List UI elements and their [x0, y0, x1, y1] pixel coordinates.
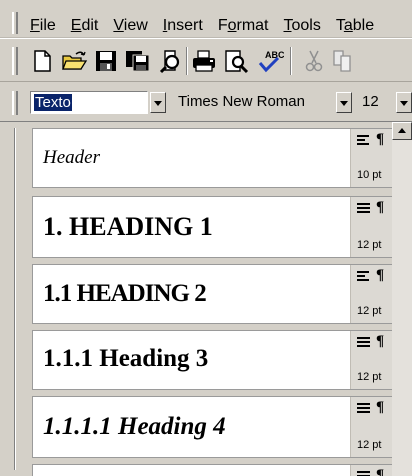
font-size-value[interactable]: 12 — [362, 93, 379, 110]
menu-bar-grip[interactable] — [12, 12, 18, 34]
standard-toolbar: ABC — [0, 38, 412, 82]
style-combo[interactable]: Texto — [30, 91, 148, 114]
style-sample-heading-1: 1. HEADING 1 — [43, 212, 213, 241]
menu-tools[interactable]: Tools — [284, 17, 321, 35]
style-size-label: 12 pt — [357, 239, 382, 251]
font-value: Times New Roman — [178, 93, 305, 110]
style-card-heading-3[interactable]: 1.1.1 Heading 3 ¶ 12 pt — [32, 330, 394, 390]
style-size-label: 12 pt — [357, 371, 382, 383]
paragraph-mark-icon: ¶ — [376, 333, 385, 349]
style-size-label: 12 pt — [357, 439, 382, 451]
formatting-toolbar: Texto Times New Roman 12 — [0, 82, 412, 122]
paragraph-mark-icon: ¶ — [376, 267, 385, 283]
left-margin-strip — [0, 122, 28, 476]
style-info-panel: ¶ 12 pt — [350, 397, 394, 457]
paragraph-mark-icon: ¶ — [376, 399, 385, 415]
menu-bar: File Edit View Insert Format Tools Table — [0, 0, 412, 38]
size-dropdown-button[interactable] — [396, 92, 412, 113]
open-icon[interactable] — [60, 48, 88, 74]
align-justify-icon — [357, 337, 370, 347]
menu-edit[interactable]: Edit — [71, 17, 99, 35]
align-justify-icon — [357, 203, 370, 213]
print-icon[interactable] — [190, 48, 218, 74]
menu-file[interactable]: File — [30, 17, 56, 35]
style-card-partial[interactable]: ¶ — [32, 464, 394, 476]
vertical-scrollbar[interactable] — [392, 122, 412, 476]
cut-icon[interactable] — [300, 48, 328, 74]
menu-table[interactable]: Table — [336, 17, 374, 35]
style-info-panel: ¶ 12 pt — [350, 265, 394, 323]
scroll-up-button[interactable] — [392, 122, 412, 140]
font-dropdown-button[interactable] — [336, 92, 352, 113]
menu-view[interactable]: View — [113, 17, 147, 35]
margin-rule — [14, 128, 16, 470]
align-justify-icon — [357, 403, 370, 413]
style-info-panel: ¶ 10 pt — [350, 129, 394, 187]
svg-text:ABC: ABC — [265, 50, 284, 60]
menu-insert[interactable]: Insert — [163, 17, 203, 35]
align-left-icon — [357, 135, 369, 145]
save-icon[interactable] — [92, 48, 120, 74]
align-justify-icon — [357, 471, 370, 476]
print-preview-icon[interactable] — [156, 48, 184, 74]
toolbar-separator — [186, 47, 188, 75]
toolbar-grip[interactable] — [12, 47, 18, 75]
style-area: Header ¶ 10 pt 1. HEADING 1 ¶ 12 pt 1.1 … — [0, 122, 412, 476]
style-info-panel: ¶ 12 pt — [350, 197, 394, 257]
style-sample-header: Header — [43, 147, 100, 168]
save-all-icon[interactable] — [124, 48, 152, 74]
new-icon[interactable] — [28, 48, 56, 74]
spelling-icon[interactable]: ABC — [256, 48, 284, 74]
paragraph-mark-icon: ¶ — [376, 199, 385, 215]
copy-icon[interactable] — [330, 48, 358, 74]
align-left-icon — [357, 271, 369, 281]
style-size-label: 10 pt — [357, 169, 382, 181]
paragraph-mark-icon: ¶ — [376, 131, 385, 147]
style-card-heading-4[interactable]: 1.1.1.1 Heading 4 ¶ 12 pt — [32, 396, 394, 458]
style-info-panel: ¶ 12 pt — [350, 331, 394, 389]
style-size-label: 12 pt — [357, 305, 382, 317]
style-card-header[interactable]: Header ¶ 10 pt — [32, 128, 394, 188]
toolbar-separator — [290, 47, 292, 75]
font-combo[interactable]: Times New Roman — [172, 91, 358, 114]
style-value: Texto — [34, 94, 72, 111]
style-info-panel: ¶ — [350, 465, 394, 476]
preview-icon[interactable] — [222, 48, 250, 74]
style-card-heading-1[interactable]: 1. HEADING 1 ¶ 12 pt — [32, 196, 394, 258]
paragraph-mark-icon: ¶ — [376, 467, 385, 476]
menu-format[interactable]: Format — [218, 17, 269, 35]
style-card-heading-2[interactable]: 1.1 HEADING 2 ¶ 12 pt — [32, 264, 394, 324]
style-sample-heading-3: 1.1.1 Heading 3 — [43, 345, 209, 372]
style-sample-heading-4: 1.1.1.1 Heading 4 — [43, 413, 226, 440]
style-sample-heading-2: 1.1 HEADING 2 — [43, 280, 207, 307]
style-dropdown-button[interactable] — [150, 92, 166, 113]
formatting-toolbar-grip[interactable] — [12, 91, 18, 115]
